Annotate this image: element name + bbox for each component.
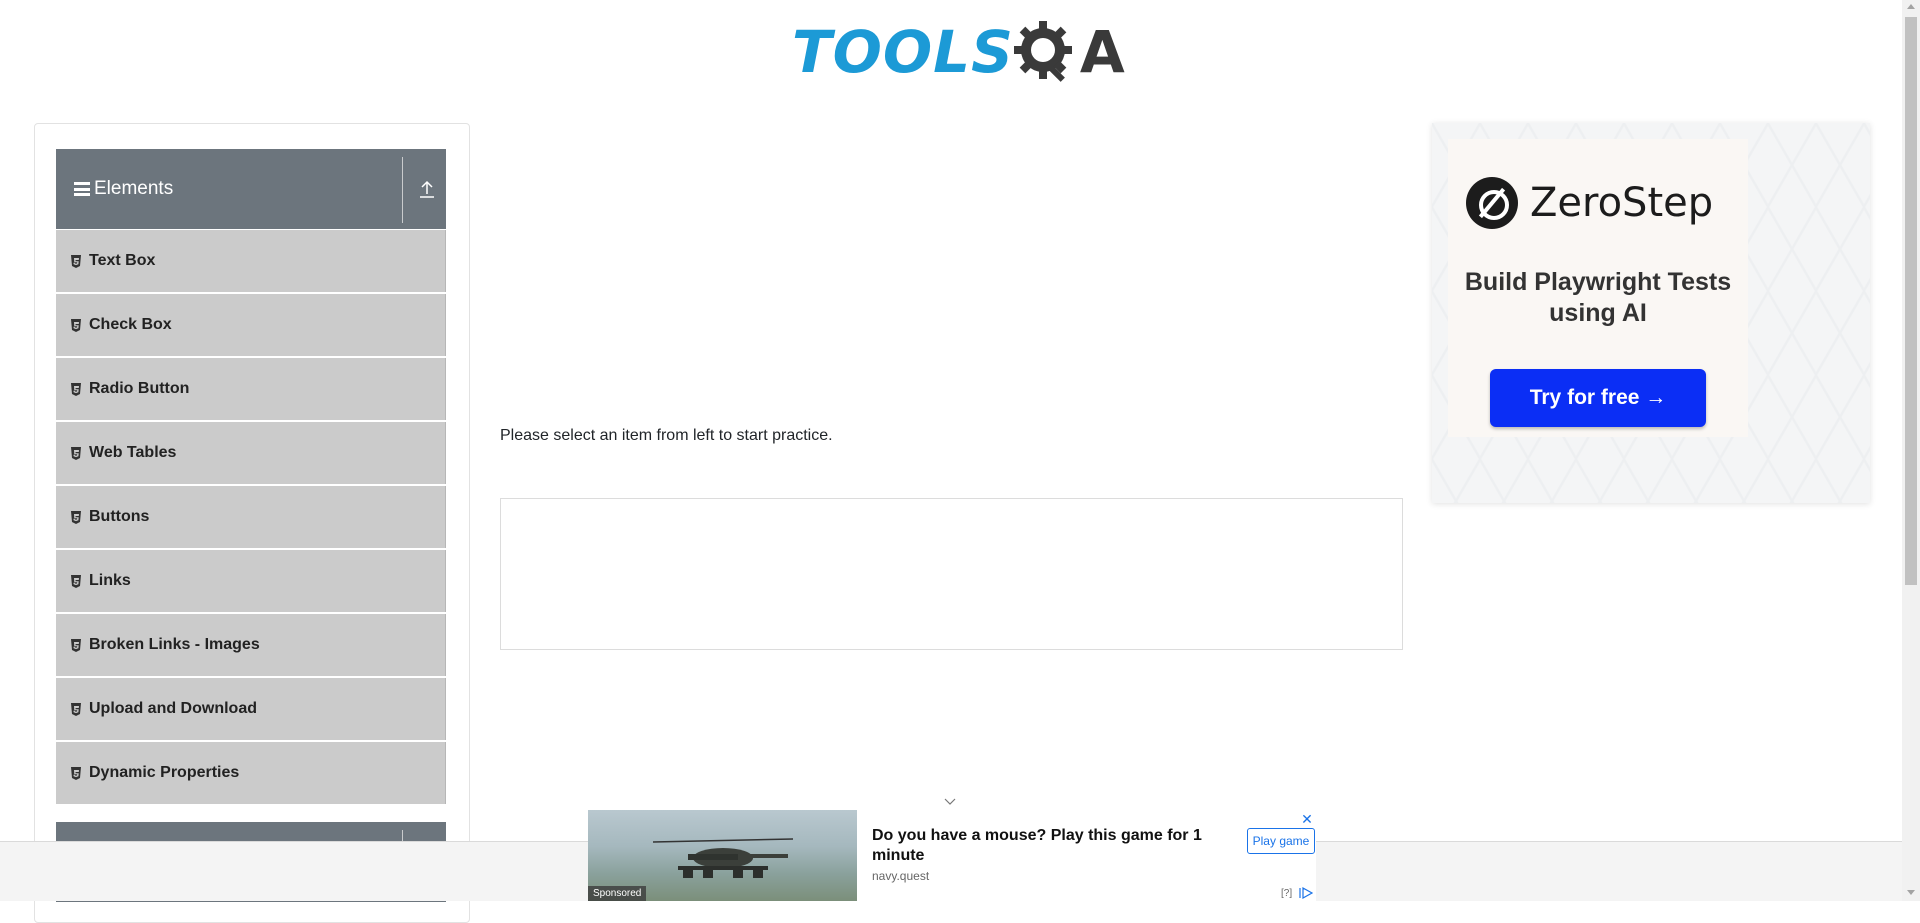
html5-icon — [71, 766, 81, 780]
main-banner-area — [500, 125, 1404, 375]
vertical-scrollbar[interactable] — [1902, 0, 1920, 901]
ad-info-link[interactable]: [?] — [1281, 888, 1292, 899]
menu-item-label: Radio Button — [89, 380, 190, 397]
html5-icon — [71, 446, 81, 460]
menu-item-label: Text Box — [89, 252, 156, 269]
menu-item-label: Upload and Download — [89, 700, 257, 717]
menu-item-upload-download[interactable]: Upload and Download — [56, 678, 446, 740]
zerostep-brand: ZeroStep — [1466, 177, 1713, 229]
ad-card: ZeroStep Build Playwright Tests using AI… — [1448, 139, 1748, 437]
html5-icon — [71, 382, 81, 396]
html5-icon — [71, 510, 81, 524]
sponsored-label: Sponsored — [588, 886, 647, 901]
elements-menu-list: Text Box Check Box Radio Button Web Tabl… — [56, 230, 446, 806]
menu-item-label: Links — [89, 572, 131, 589]
menu-item-radio-button[interactable]: Radio Button — [56, 358, 446, 420]
right-ad-banner[interactable]: ZeroStep Build Playwright Tests using AI… — [1432, 123, 1870, 503]
html5-icon — [71, 254, 81, 268]
menu-item-buttons[interactable]: Buttons — [56, 486, 446, 548]
menu-icon — [74, 182, 90, 196]
menu-item-label: Broken Links - Images — [89, 636, 260, 653]
menu-item-broken-links[interactable]: Broken Links - Images — [56, 614, 446, 676]
helicopter-image — [652, 838, 794, 878]
zerostep-logo-icon — [1466, 177, 1518, 229]
play-game-button[interactable]: Play game — [1247, 828, 1315, 854]
logo-text: TOOLS — [792, 18, 1014, 86]
menu-item-label: Check Box — [89, 316, 172, 333]
html5-icon — [71, 638, 81, 652]
html5-icon — [71, 574, 81, 588]
elements-group-header[interactable]: Elements — [56, 149, 446, 229]
header-divider — [402, 157, 403, 223]
menu-item-dynamic-properties[interactable]: Dynamic Properties — [56, 742, 446, 804]
html5-icon — [71, 702, 81, 716]
ad-tagline: Build Playwright Tests using AI — [1464, 268, 1732, 327]
menu-item-label: Web Tables — [89, 444, 177, 461]
menu-item-label: Buttons — [89, 508, 150, 525]
toolsqa-logo[interactable]: TOOLS A — [792, 14, 1125, 90]
scroll-up-arrow-icon[interactable] — [1907, 4, 1915, 9]
content-area — [500, 498, 1403, 650]
try-for-free-button[interactable]: Try for free → — [1490, 369, 1706, 427]
ad-domain: navy.quest — [872, 869, 930, 883]
ad-headline[interactable]: Do you have a mouse? Play this game for … — [872, 826, 1212, 866]
adchoices-icon[interactable] — [1299, 887, 1313, 899]
scroll-down-arrow-icon[interactable] — [1907, 890, 1915, 895]
menu-item-web-tables[interactable]: Web Tables — [56, 422, 446, 484]
logo-suffix: A — [1079, 18, 1125, 86]
gear-magnifier-icon — [1013, 21, 1072, 82]
group-title: Elements — [94, 178, 174, 199]
menu-item-label: Dynamic Properties — [89, 764, 240, 781]
chevron-down-icon[interactable] — [944, 796, 956, 808]
bottom-ad[interactable]: Sponsored Do you have a mouse? Play this… — [588, 810, 1316, 901]
menu-item-text-box[interactable]: Text Box — [56, 230, 446, 292]
page-header: TOOLS A — [0, 0, 1902, 110]
scroll-thumb[interactable] — [1905, 17, 1917, 585]
menu-item-check-box[interactable]: Check Box — [56, 294, 446, 356]
ad-image[interactable]: Sponsored — [588, 810, 857, 901]
instruction-text: Please select an item from left to start… — [500, 427, 833, 444]
close-icon[interactable]: ✕ — [1300, 812, 1314, 826]
collapse-icon[interactable] — [418, 177, 436, 199]
html5-icon — [71, 318, 81, 332]
menu-item-links[interactable]: Links — [56, 550, 446, 612]
brand-name: ZeroStep — [1530, 180, 1714, 226]
